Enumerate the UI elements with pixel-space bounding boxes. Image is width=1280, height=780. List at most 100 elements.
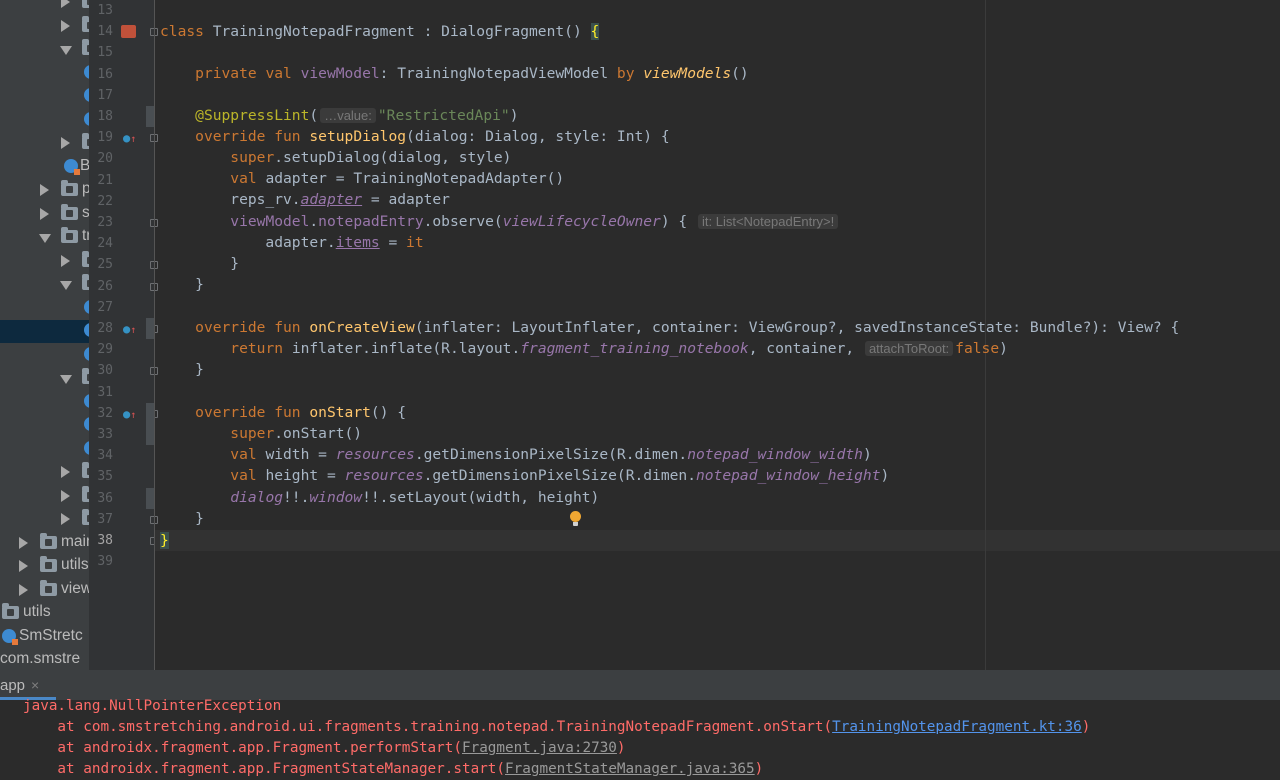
code-line-35: val height = resources.getDimensionPixel… bbox=[230, 467, 890, 484]
line-number: 27 bbox=[97, 299, 113, 315]
code-line-21: val adapter = TrainingNotepadAdapter() bbox=[230, 170, 565, 187]
tree-item[interactable] bbox=[0, 85, 89, 108]
line-number: 35 bbox=[97, 469, 113, 485]
line-number: 29 bbox=[97, 342, 113, 358]
tree-item[interactable]: com.smstre bbox=[0, 649, 89, 670]
override-marker-icon[interactable]: ●↑ bbox=[123, 407, 136, 423]
tree-item[interactable]: i bbox=[0, 438, 89, 461]
tree-item[interactable]: v bbox=[0, 508, 89, 531]
expand-arrow-right-icon[interactable] bbox=[40, 184, 49, 196]
project-tree[interactable]: ppssBprogsigntraiinpiissvmainutilsviewsu… bbox=[0, 0, 89, 670]
expand-arrow-down-icon[interactable] bbox=[60, 281, 72, 290]
expand-arrow-down-icon[interactable] bbox=[60, 46, 72, 55]
tree-item[interactable]: s bbox=[0, 38, 89, 61]
tree-item[interactable]: p bbox=[0, 367, 89, 390]
kotlin-file-icon bbox=[64, 158, 80, 175]
tree-item[interactable] bbox=[0, 297, 89, 320]
code-line-23: viewModel.notepadEntry.observe(viewLifec… bbox=[160, 211, 840, 232]
lightbulb-icon[interactable] bbox=[570, 511, 581, 526]
folder-icon bbox=[82, 462, 89, 478]
override-marker-icon[interactable]: ●↑ bbox=[123, 322, 136, 338]
stack-line-1: at com.smstretching.android.ui.fragments… bbox=[23, 719, 1091, 735]
code-line-14: class TrainingNotepadFragment : DialogFr… bbox=[160, 23, 600, 40]
expand-arrow-right-icon[interactable] bbox=[61, 513, 70, 525]
folder-icon bbox=[82, 368, 89, 384]
line-number: 26 bbox=[97, 278, 113, 294]
lambda-param-hint: it: List<NotepadEntry>! bbox=[698, 214, 839, 229]
code-line-26: } bbox=[160, 276, 204, 293]
line-number: 22 bbox=[97, 193, 113, 209]
line-number: 25 bbox=[97, 257, 113, 273]
tree-item[interactable] bbox=[0, 62, 89, 85]
param-hint-attach: attachToRoot: bbox=[864, 341, 954, 356]
tree-item[interactable]: views bbox=[0, 579, 89, 602]
line-number: 33 bbox=[97, 427, 113, 442]
expand-arrow-right-icon[interactable] bbox=[61, 254, 70, 267]
close-icon[interactable]: × bbox=[31, 677, 39, 693]
expand-arrow-down-icon[interactable] bbox=[39, 234, 51, 243]
override-marker-icon[interactable]: ●↑ bbox=[123, 131, 136, 147]
code-editor[interactable]: class TrainingNotepadFragment : DialogFr… bbox=[155, 0, 1280, 670]
expand-arrow-right-icon[interactable] bbox=[61, 466, 70, 478]
folder-icon bbox=[40, 579, 57, 596]
tree-item[interactable]: B bbox=[0, 156, 89, 179]
code-line-28: override fun onCreateView(inflater: Layo… bbox=[195, 319, 1180, 336]
expand-arrow-right-icon[interactable] bbox=[61, 489, 70, 502]
param-hint: …value: bbox=[320, 108, 376, 123]
expand-arrow-right-icon[interactable] bbox=[19, 560, 28, 572]
tree-item[interactable]: i bbox=[0, 391, 89, 414]
expand-arrow-right-icon[interactable] bbox=[61, 0, 70, 8]
run-panel: app × java.lang.NullPointerException at c… bbox=[0, 670, 1280, 777]
code-line-34: val width = resources.getDimensionPixelS… bbox=[230, 446, 872, 463]
class-marker-icon[interactable] bbox=[121, 25, 136, 39]
folder-icon bbox=[82, 39, 89, 55]
tree-item[interactable]: s bbox=[0, 485, 89, 508]
tree-item[interactable]: trai bbox=[0, 226, 89, 249]
source-link-3[interactable]: FragmentStateManager.java:365 bbox=[505, 761, 755, 777]
line-number: 15 bbox=[97, 45, 113, 61]
tree-item[interactable]: sign bbox=[0, 203, 89, 226]
folder-icon bbox=[61, 227, 78, 243]
expand-arrow-down-icon[interactable] bbox=[60, 375, 72, 384]
line-number: 32 bbox=[97, 405, 113, 421]
tree-item[interactable]: s bbox=[0, 461, 89, 484]
folder-icon bbox=[2, 603, 19, 619]
tree-item-label: com.smstre bbox=[0, 650, 81, 667]
expand-arrow-right-icon[interactable] bbox=[19, 536, 28, 549]
tree-item[interactable] bbox=[0, 109, 89, 132]
line-number: 38 bbox=[97, 533, 113, 548]
folder-icon bbox=[82, 250, 89, 267]
line-number: 17 bbox=[97, 87, 113, 103]
tree-item[interactable] bbox=[0, 320, 89, 343]
tree-item[interactable]: main bbox=[0, 532, 89, 555]
source-link-2[interactable]: Fragment.java:2730 bbox=[462, 740, 617, 756]
line-number: 14 bbox=[97, 24, 113, 40]
tree-item[interactable]: prog bbox=[0, 179, 89, 202]
source-link-1[interactable]: TrainingNotepadFragment.kt:36 bbox=[832, 719, 1082, 735]
expand-arrow-right-icon[interactable] bbox=[61, 19, 70, 32]
current-line-highlight bbox=[155, 530, 1280, 551]
tree-item[interactable]: p bbox=[0, 0, 89, 14]
tree-item[interactable]: p bbox=[0, 15, 89, 38]
folder-icon bbox=[82, 0, 89, 8]
code-line-37: } bbox=[160, 510, 204, 527]
tree-item[interactable]: utils bbox=[0, 602, 89, 625]
expand-arrow-right-icon[interactable] bbox=[61, 137, 70, 149]
tree-item[interactable]: utils bbox=[0, 555, 89, 578]
line-number: 36 bbox=[97, 490, 113, 506]
line-number: 23 bbox=[97, 215, 113, 230]
exception-line: java.lang.NullPointerException bbox=[23, 698, 282, 714]
tree-item[interactable] bbox=[0, 414, 89, 437]
folder-icon bbox=[82, 15, 89, 32]
tree-item[interactable]: SmStretc bbox=[0, 626, 89, 649]
folder-icon bbox=[61, 180, 78, 196]
tree-item[interactable] bbox=[0, 344, 89, 367]
code-line-20: super.setupDialog(dialog, style) bbox=[230, 149, 512, 166]
tree-item[interactable]: s bbox=[0, 132, 89, 155]
expand-arrow-right-icon[interactable] bbox=[19, 583, 28, 596]
tree-item[interactable]: n bbox=[0, 273, 89, 296]
folder-icon bbox=[40, 556, 57, 572]
line-number: 13 bbox=[97, 3, 113, 18]
tree-item[interactable]: i bbox=[0, 250, 89, 273]
expand-arrow-right-icon[interactable] bbox=[40, 207, 49, 220]
